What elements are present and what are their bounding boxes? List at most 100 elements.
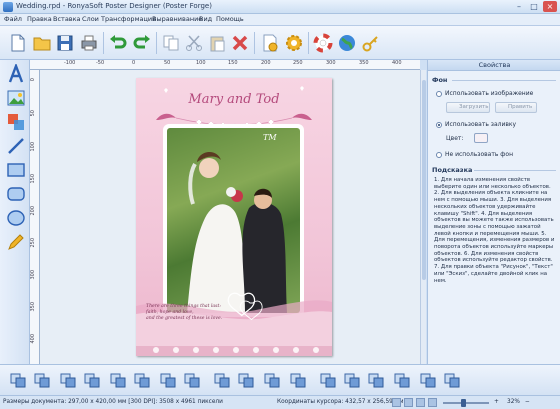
- menu-bar: Файл Правка Вставка Слои Трансформация В…: [0, 14, 560, 26]
- send-backward-icon[interactable]: [132, 370, 152, 390]
- edit-button-label: Править: [508, 104, 533, 110]
- zoom-slider[interactable]: [443, 402, 489, 404]
- radio-no-background-label[interactable]: Не использовать фон: [445, 151, 513, 158]
- cursor-coordinates: Координаты курсора: 432,57 x 256,59 мм: [277, 399, 404, 405]
- save-icon[interactable]: [55, 33, 75, 53]
- settings-gear-icon[interactable]: [284, 33, 304, 53]
- poem-text[interactable]: There are three things that last: faith,…: [146, 304, 242, 322]
- monogram[interactable]: ТМ: [263, 133, 277, 142]
- ruler-label: 0: [30, 78, 36, 82]
- fit-width-icon[interactable]: [158, 370, 178, 390]
- edit-button[interactable]: Править: [495, 102, 537, 113]
- ruler-label: -100: [64, 60, 76, 66]
- view-fit-icon[interactable]: [416, 398, 425, 407]
- menu-layers[interactable]: Слои: [82, 15, 99, 23]
- zoom-level: 32%: [507, 399, 520, 405]
- minimize-icon[interactable]: –: [512, 1, 526, 12]
- align-bottom-icon[interactable]: [442, 370, 462, 390]
- radio-use-fill-label[interactable]: Использовать заливку: [445, 121, 516, 128]
- menu-help[interactable]: Помощь: [216, 15, 244, 23]
- print-icon[interactable]: [79, 33, 99, 53]
- view-grid-icon[interactable]: [404, 398, 413, 407]
- ruler-label: 50: [30, 110, 36, 117]
- rotate-left-icon[interactable]: [212, 370, 232, 390]
- rounded-rect-tool-icon[interactable]: [6, 184, 26, 204]
- arrange-toolbar: [0, 364, 560, 395]
- radio-use-image-label[interactable]: Использовать изображение: [445, 90, 533, 97]
- zoom-slider-thumb[interactable]: [461, 399, 466, 407]
- document-size: Размеры документа: 297,00 x 420,00 мм [3…: [3, 399, 223, 405]
- ungroup-icon[interactable]: [32, 370, 52, 390]
- cut-icon[interactable]: [184, 33, 204, 53]
- flip-horizontal-icon[interactable]: [262, 370, 282, 390]
- ruler-label: 300: [326, 60, 336, 66]
- open-folder-icon[interactable]: [32, 33, 52, 53]
- delete-icon[interactable]: [230, 33, 250, 53]
- poster-title[interactable]: Mary and Tod: [136, 92, 332, 107]
- ruler-label: -50: [96, 60, 105, 66]
- align-center-icon[interactable]: [342, 370, 362, 390]
- ruler-label: 350: [359, 60, 369, 66]
- align-right-icon[interactable]: [366, 370, 386, 390]
- hint-text: 1. Для начала изменения свойств выберите…: [434, 177, 555, 284]
- image-tool-icon[interactable]: [6, 88, 26, 108]
- rotate-right-icon[interactable]: [236, 370, 256, 390]
- bring-front-icon[interactable]: [58, 370, 78, 390]
- copy-icon[interactable]: [161, 33, 181, 53]
- ruler-label: 200: [261, 60, 271, 66]
- shapes-tool-icon[interactable]: [6, 112, 26, 132]
- zoom-in-icon[interactable]: +: [494, 399, 499, 405]
- paste-icon[interactable]: [207, 33, 227, 53]
- key-icon[interactable]: [361, 33, 381, 53]
- ellipse-tool-icon[interactable]: [6, 208, 26, 228]
- help-lifebuoy-icon[interactable]: [313, 33, 333, 53]
- close-icon[interactable]: ×: [543, 1, 557, 12]
- align-middle-icon[interactable]: [418, 370, 438, 390]
- menu-insert[interactable]: Вставка: [53, 15, 81, 23]
- redo-icon[interactable]: [132, 33, 152, 53]
- ruler-label: 350: [30, 302, 36, 312]
- align-top-icon[interactable]: [392, 370, 412, 390]
- horizontal-ruler: -100 -50 0 50 100 150 200 250 300 350 40…: [30, 60, 420, 70]
- background-section-title: Фон: [432, 76, 448, 84]
- undo-icon[interactable]: [108, 33, 128, 53]
- toolbar-separator: [103, 32, 104, 54]
- bring-forward-icon[interactable]: [108, 370, 128, 390]
- vertical-scrollbar[interactable]: [420, 70, 426, 364]
- view-single-icon[interactable]: [392, 398, 401, 407]
- text-tool-icon[interactable]: [6, 62, 26, 84]
- panel-header: Свойства: [428, 60, 560, 71]
- radio-no-background[interactable]: [436, 152, 442, 158]
- rectangle-tool-icon[interactable]: [6, 160, 26, 180]
- menu-transform[interactable]: Трансформация: [101, 15, 156, 23]
- radio-use-image[interactable]: [436, 91, 442, 97]
- new-document-icon[interactable]: [8, 33, 28, 53]
- pen-tool-icon[interactable]: [6, 232, 26, 252]
- wedding-photo[interactable]: [167, 128, 300, 313]
- align-left-icon[interactable]: [318, 370, 338, 390]
- line-tool-icon[interactable]: [6, 136, 26, 156]
- menu-align[interactable]: Выравнивание: [152, 15, 202, 23]
- scrollbar-thumb[interactable]: [422, 80, 426, 280]
- menu-file[interactable]: Файл: [4, 15, 22, 23]
- zoom-out-icon[interactable]: −: [525, 399, 530, 405]
- ruler-label: 250: [30, 238, 36, 248]
- radio-use-fill[interactable]: [436, 122, 442, 128]
- web-globe-icon[interactable]: [337, 33, 357, 53]
- view-actual-icon[interactable]: [428, 398, 437, 407]
- menu-edit[interactable]: Правка: [27, 15, 52, 23]
- group-icon[interactable]: [8, 370, 28, 390]
- document-properties-icon[interactable]: [260, 33, 280, 53]
- color-label: Цвет:: [446, 135, 464, 142]
- maximize-icon[interactable]: □: [527, 1, 541, 12]
- poster-canvas[interactable]: Mary and Tod ТМ There are three things t…: [136, 78, 332, 356]
- fit-height-icon[interactable]: [182, 370, 202, 390]
- ruler-label: 0: [132, 60, 136, 66]
- toolbar-separator: [156, 32, 157, 54]
- toolbar-separator: [308, 32, 309, 54]
- menu-view[interactable]: Вид: [199, 15, 212, 23]
- color-picker[interactable]: [474, 133, 488, 143]
- send-back-icon[interactable]: [82, 370, 102, 390]
- flip-vertical-icon[interactable]: [288, 370, 308, 390]
- load-button[interactable]: Загрузить: [446, 102, 490, 113]
